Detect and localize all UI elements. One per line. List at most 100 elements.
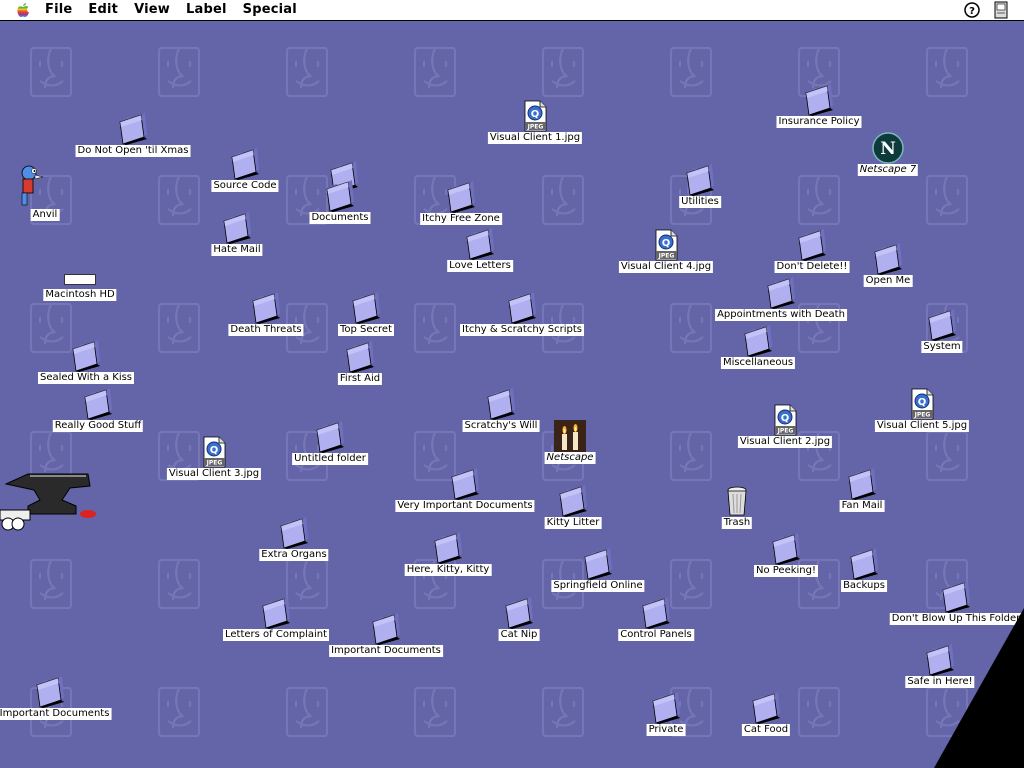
folder-icon[interactable] — [432, 532, 464, 564]
jpeg-icon[interactable]: Q JPEG — [906, 388, 938, 420]
desktop-icon-label[interactable]: Fan Mail — [839, 500, 885, 512]
desktop-icon-label[interactable]: Visual Client 4.jpg — [618, 261, 714, 273]
desktop-icon-label[interactable]: Kitty Litter — [544, 517, 602, 529]
folder-icon[interactable] — [260, 597, 292, 629]
desktop-icon-label[interactable]: Appointments with Death — [715, 309, 847, 321]
desktop-icon-label[interactable]: Untitled folder — [292, 453, 368, 465]
desktop-icon-label[interactable]: Backups — [841, 580, 887, 592]
folder-icon[interactable] — [229, 148, 261, 180]
desktop-icon-label[interactable]: Anvil — [30, 209, 60, 221]
folder-icon[interactable] — [350, 292, 382, 324]
desktop-icon-label[interactable]: Really Good Stuff — [52, 420, 144, 432]
folder-icon[interactable] — [449, 468, 481, 500]
desktop-icon-label[interactable]: Trash — [721, 517, 753, 529]
folder-icon[interactable] — [582, 548, 614, 580]
jpeg-icon[interactable]: Q JPEG — [769, 404, 801, 436]
desktop-icon-label[interactable]: Important Documents — [329, 645, 443, 657]
desktop-icon-label[interactable]: Netscape — [544, 452, 596, 464]
folder-icon[interactable] — [445, 181, 477, 213]
desktop-icon-label[interactable]: No Peeking! — [753, 565, 819, 577]
apple-menu-icon[interactable] — [15, 2, 31, 18]
folder-icon[interactable] — [370, 613, 402, 645]
folder-icon[interactable] — [324, 180, 356, 212]
menu-view[interactable]: View — [134, 2, 170, 17]
menu-special[interactable]: Special — [243, 2, 297, 17]
desktop-icon-label[interactable]: Source Code — [211, 180, 279, 192]
netscape-icon[interactable]: N — [872, 132, 904, 164]
folder-icon[interactable] — [485, 388, 517, 420]
jpeg-icon[interactable]: Q JPEG — [650, 229, 682, 261]
folder-icon[interactable] — [803, 84, 835, 116]
folder-icon[interactable] — [557, 485, 589, 517]
folder-icon[interactable] — [278, 517, 310, 549]
anvil-icon[interactable] — [21, 165, 61, 209]
folder-icon[interactable] — [640, 597, 672, 629]
desktop[interactable]: Do Not Open 'til Xmas Anvil Source Code … — [0, 21, 1024, 768]
desktop-icon-label[interactable]: Control Panels — [618, 629, 694, 641]
trash-icon[interactable] — [721, 485, 753, 517]
desktop-icon-label[interactable]: Itchy & Scratchy Scripts — [460, 324, 584, 336]
help-icon[interactable]: ? — [964, 2, 980, 18]
desktop-icon-label[interactable]: Here, Kitty, Kitty — [404, 564, 492, 576]
folder-icon[interactable] — [872, 243, 904, 275]
desktop-icon-label[interactable]: Utilities — [679, 196, 721, 208]
desktop-icon-label[interactable]: Insurance Policy — [776, 116, 862, 128]
folder-icon[interactable] — [650, 692, 682, 724]
folder-icon[interactable] — [221, 212, 253, 244]
desktop-icon-label[interactable]: First Aid — [337, 373, 383, 385]
folder-icon[interactable] — [34, 676, 66, 708]
folder-icon[interactable] — [250, 292, 282, 324]
folder-icon[interactable] — [796, 229, 828, 261]
folder-icon[interactable] — [926, 309, 958, 341]
desktop-icon-label[interactable]: y Important Documents — [0, 708, 112, 720]
folder-icon[interactable] — [765, 277, 797, 309]
desktop-icon-label[interactable]: Miscellaneous — [720, 357, 796, 369]
folder-icon[interactable] — [82, 388, 114, 420]
folder-icon[interactable] — [684, 164, 716, 196]
folder-icon[interactable] — [344, 341, 376, 373]
desktop-icon-label[interactable]: System — [921, 341, 963, 353]
folder-icon[interactable] — [848, 548, 880, 580]
desktop-icon-label[interactable]: Extra Organs — [259, 549, 329, 561]
jpeg-icon[interactable]: Q JPEG — [519, 100, 551, 132]
desktop-icon-label[interactable]: Private — [646, 724, 686, 736]
desktop-icon-label[interactable]: Don't Delete!! — [774, 261, 850, 273]
desktop-icon-label[interactable]: Documents — [309, 212, 371, 224]
desktop-icon-label[interactable]: Visual Client 5.jpg — [874, 420, 970, 432]
folder-icon[interactable] — [742, 325, 774, 357]
folder-icon[interactable] — [503, 597, 535, 629]
desktop-icon-label[interactable]: Very Important Documents — [395, 500, 535, 512]
desktop-icon-label[interactable]: Springfield Online — [551, 580, 645, 592]
folder-icon[interactable] — [117, 113, 149, 145]
desktop-icon-label[interactable]: Visual Client 1.jpg — [487, 132, 583, 144]
desktop-icon-label[interactable]: Love Letters — [447, 260, 513, 272]
menu-file[interactable]: File — [45, 2, 72, 17]
desktop-icon-label[interactable]: Itchy Free Zone — [420, 213, 502, 225]
folder-icon[interactable] — [70, 340, 102, 372]
application-menu-icon[interactable] — [994, 1, 1008, 19]
desktop-icon-label[interactable]: Visual Client 3.jpg — [166, 468, 262, 480]
folder-icon[interactable] — [506, 292, 538, 324]
desktop-icon-label[interactable]: Do Not Open 'til Xmas — [75, 145, 191, 157]
folder-icon[interactable] — [314, 421, 346, 453]
jpeg-icon[interactable]: Q JPEG — [198, 436, 230, 468]
desktop-icon-label[interactable]: Visual Client 2.jpg — [737, 436, 833, 448]
desktop-icon-label[interactable]: Open Me — [863, 275, 913, 287]
desktop-icon-label[interactable]: Death Threats — [228, 324, 304, 336]
desktop-icon-label[interactable]: Cat Nip — [498, 629, 540, 641]
hard-disk-icon[interactable] — [64, 274, 96, 285]
menu-label[interactable]: Label — [186, 2, 227, 17]
volume-label-macintosh-hd[interactable]: Macintosh HD — [43, 289, 117, 301]
folder-icon[interactable] — [750, 692, 782, 724]
desktop-icon-label[interactable]: Hate Mail — [211, 244, 263, 256]
candles-icon[interactable] — [554, 420, 586, 452]
folder-icon[interactable] — [464, 228, 496, 260]
desktop-icon-label[interactable]: Scratchy's Will — [462, 420, 540, 432]
desktop-icon-label[interactable]: Letters of Complaint — [223, 629, 329, 641]
desktop-icon-label[interactable]: Top Secret — [337, 324, 395, 336]
desktop-icon-label[interactable]: Sealed With a Kiss — [37, 372, 135, 384]
folder-icon[interactable] — [770, 533, 802, 565]
desktop-icon-label[interactable]: Cat Food — [741, 724, 791, 736]
desktop-icon-label[interactable]: Netscape 7 — [857, 164, 919, 176]
folder-icon[interactable] — [846, 468, 878, 500]
